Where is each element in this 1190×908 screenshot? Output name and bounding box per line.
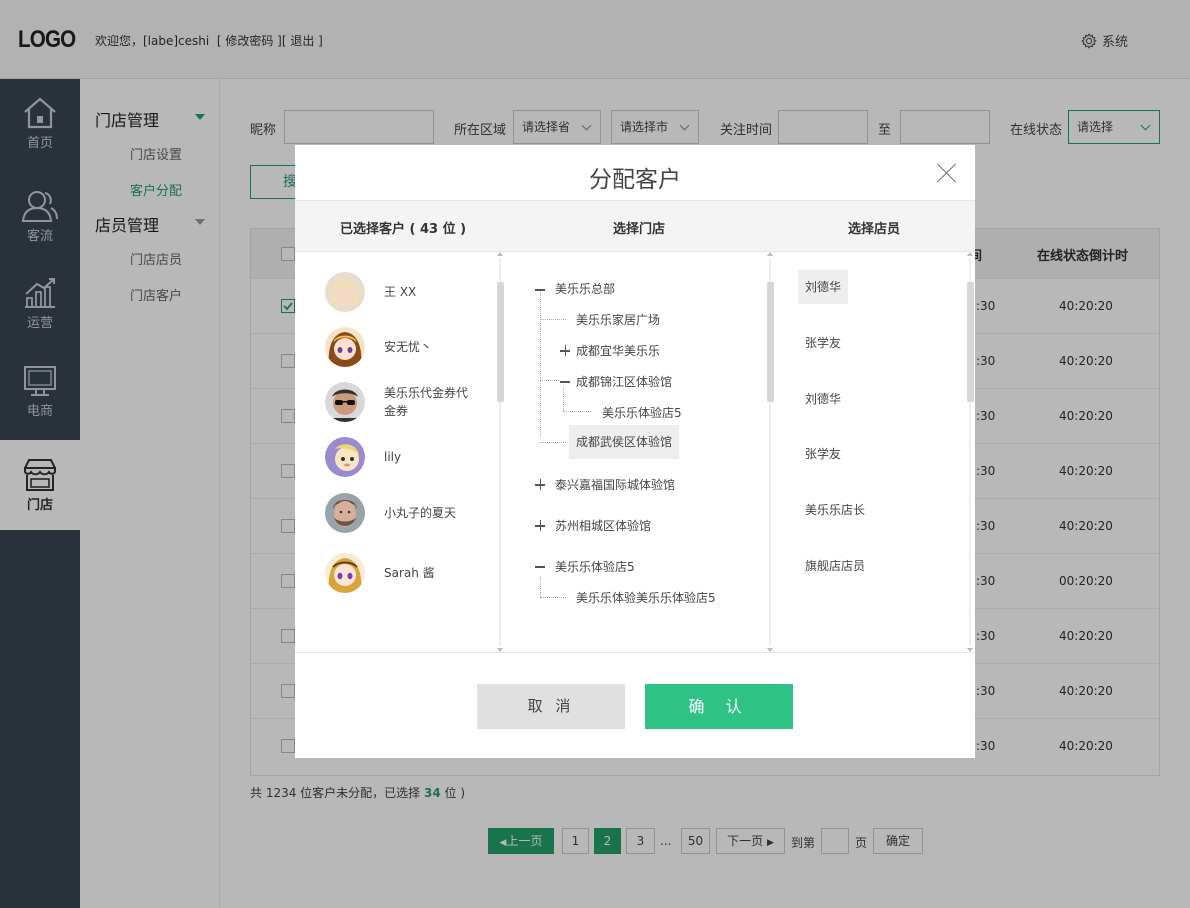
list-item[interactable]: 安无忧丶 [295,327,495,377]
tree-connector [540,328,541,436]
anime-girl-avatar [325,327,365,367]
modal-footer: 取 消 确 认 [295,652,975,758]
customer-name: 安无忧丶 [384,340,433,354]
customers-scrollbar[interactable] [496,252,504,652]
staff-scrollbar[interactable] [966,252,974,652]
tree-node[interactable]: 泰兴嘉福国际城体验馆 [555,476,675,493]
scroll-up-arrow[interactable] [967,252,973,256]
sunglasses-man-avatar [325,382,365,422]
modal-column-headers: 已选择客户 ( 43 位 ) 选择门店 选择店员 [295,200,975,252]
tree-node[interactable]: 苏州相城区体验馆 [555,517,651,534]
scroll-up-arrow[interactable] [767,252,773,256]
tree-connector [540,380,559,381]
tree-node[interactable]: 成都宜华美乐乐 [576,342,660,359]
expand-icon[interactable] [534,478,546,490]
stores-scrollbar[interactable] [766,252,774,652]
tree-connector [563,411,591,412]
staff-item[interactable]: 旗舰店店员 [805,557,865,574]
modal-title: 分配客户 [589,167,681,193]
blonde-avatar [325,272,365,312]
staff-item[interactable]: 张学友 [805,445,841,462]
list-item[interactable]: 美乐乐代金券代金券 [295,382,495,432]
selected-customers-list: 王 XX 安无忧丶 美乐乐代金券代金券 lily 小丸子的夏天 Sarah 酱 [295,252,505,652]
select-staff-header: 选择店员 [848,222,901,237]
collapse-icon[interactable] [534,283,546,295]
confirm-button[interactable]: 确 认 [645,684,793,729]
customer-name: 小丸子的夏天 [384,506,457,520]
store-tree: 美乐乐总部 美乐乐家居广场 成都宜华美乐乐 成都锦江区体验馆 美乐乐体验店5 成… [505,252,775,652]
tree-connector [540,577,541,597]
select-store-header: 选择门店 [613,222,666,237]
staff-item[interactable]: 张学友 [805,334,841,351]
tree-node[interactable]: 美乐乐总部 [555,280,615,297]
staff-item-selected[interactable]: 刘德华 [798,270,849,304]
anime-purple-avatar [325,553,365,593]
scroll-thumb[interactable] [767,282,774,402]
list-item[interactable]: Sarah 酱 [295,553,495,603]
assign-customer-modal: 分配客户 已选择客户 ( 43 位 ) 选择门店 选择店员 王 XX 安无忧丶 … [295,145,975,758]
cancel-button[interactable]: 取 消 [477,684,625,729]
tree-node[interactable]: 美乐乐体验美乐乐体验店5 [576,589,716,606]
staff-item[interactable]: 刘德华 [805,390,841,407]
staff-item[interactable]: 美乐乐店长 [805,501,865,518]
customer-name: lily [384,450,402,464]
cartoon-purple-avatar [325,437,365,477]
tree-connector [563,388,564,411]
list-item[interactable]: lily [295,437,495,487]
scroll-thumb[interactable] [497,282,504,402]
staff-list: 刘德华 张学友 刘德华 张学友 美乐乐店长 旗舰店店员 [775,252,975,652]
expand-icon[interactable] [559,344,571,356]
customer-name: 美乐乐代金券代金券 [384,386,469,418]
scroll-up-arrow[interactable] [497,252,503,256]
collapse-icon[interactable] [559,375,571,387]
list-item[interactable]: 王 XX [295,272,495,322]
selected-customers-header: 已选择客户 ( 43 位 ) [340,222,467,237]
close-icon[interactable] [936,162,958,184]
tree-node[interactable]: 美乐乐体验店5 [555,558,635,575]
list-item[interactable]: 小丸子的夏天 [295,493,495,543]
expand-icon[interactable] [534,519,546,531]
tree-connector [540,290,541,328]
bearded-man-avatar [325,493,365,533]
tree-connector [540,319,566,320]
tree-connector [540,442,566,443]
tree-node[interactable]: 美乐乐家居广场 [576,311,660,328]
collapse-icon[interactable] [534,560,546,572]
customer-name: Sarah 酱 [384,566,435,580]
tree-connector [540,597,566,598]
tree-node[interactable]: 成都锦江区体验馆 [576,373,672,390]
scroll-thumb[interactable] [967,282,974,402]
customer-name: 王 XX [384,285,417,299]
tree-node-selected[interactable]: 成都武侯区体验馆 [569,425,680,459]
tree-node[interactable]: 美乐乐体验店5 [602,404,682,421]
